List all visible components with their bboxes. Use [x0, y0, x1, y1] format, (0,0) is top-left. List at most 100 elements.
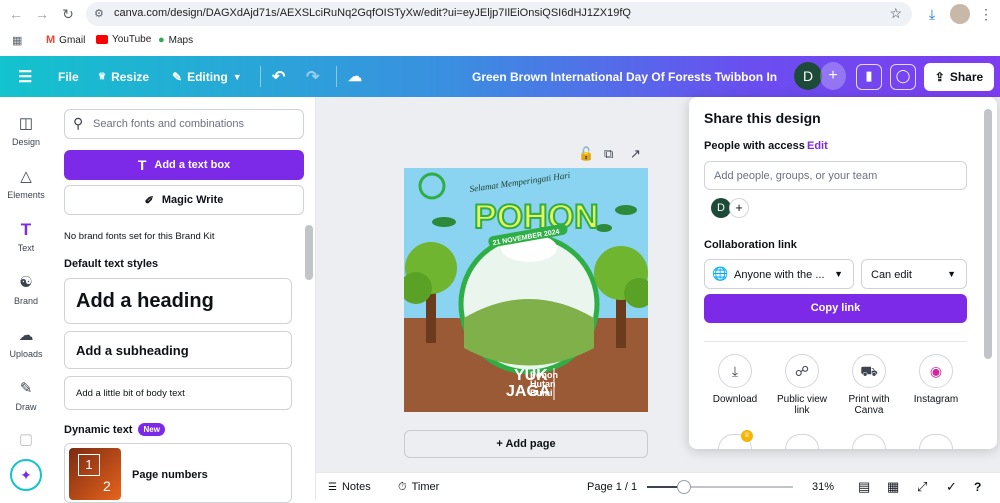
editing-mode-dropdown[interactable]: ✎ Editing ▼: [172, 56, 242, 97]
user-avatar[interactable]: D: [794, 62, 822, 90]
zoom-slider[interactable]: [647, 480, 793, 494]
undo-icon[interactable]: ↶: [272, 56, 285, 97]
page-numbers-thumbnail: 1 2: [69, 448, 121, 500]
bookmark-gmail[interactable]: M Gmail: [46, 34, 85, 46]
edit-access-link[interactable]: Edit: [807, 140, 828, 152]
more-share-option[interactable]: [919, 434, 953, 449]
leaf-decoration: [615, 205, 637, 215]
bookmark-maps[interactable]: ● Maps: [158, 34, 193, 46]
duplicate-page-icon[interactable]: ⧉: [604, 146, 613, 162]
text-icon: T: [20, 220, 32, 239]
page-indicator[interactable]: Page 1 / 1: [587, 473, 637, 501]
instagram-icon: ◉: [919, 354, 953, 388]
analytics-icon[interactable]: ▮: [856, 64, 882, 90]
folder-icon: ▢: [18, 431, 34, 448]
truck-icon: ⛟: [852, 354, 886, 388]
url-text: canva.com/design/DAGXdAjd71s/AEXSLciRuNq…: [114, 7, 631, 19]
download-icon: ⤓: [718, 354, 752, 388]
rail-brand[interactable]: ☯ Brand: [0, 274, 52, 306]
brand-icon: ☯: [19, 274, 33, 291]
collaboration-link-label: Collaboration link: [704, 239, 797, 251]
hill-inside: [464, 299, 594, 366]
site-info-icon[interactable]: ⚙: [94, 7, 104, 20]
timer-icon: ⏱: [398, 480, 407, 493]
add-collaborator-icon[interactable]: +: [820, 62, 846, 90]
address-bar[interactable]: ⚙ canva.com/design/DAGXdAjd71s/AEXSLciRu…: [86, 2, 912, 26]
share-scrollbar-thumb[interactable]: [984, 109, 992, 359]
help-icon[interactable]: ?: [974, 473, 981, 501]
page-numbers-item[interactable]: 1 2 Page numbers: [64, 443, 292, 503]
more-share-option[interactable]: [785, 434, 819, 449]
zoom-slider-thumb[interactable]: [677, 480, 691, 494]
file-menu[interactable]: File: [58, 56, 79, 97]
magic-assistant-icon[interactable]: ✦: [10, 459, 42, 491]
design-page[interactable]: Selamat Memperingati Hari POHON 21 NOVEM…: [404, 168, 648, 412]
notes-button[interactable]: ☰ Notes: [328, 473, 371, 501]
bookmark-youtube[interactable]: YouTube: [96, 34, 151, 45]
design-bottom-line: Bumi: [530, 388, 553, 398]
add-text-box-button[interactable]: T Add a text box: [64, 150, 304, 180]
browser-menu-icon[interactable]: ⋮: [976, 4, 996, 24]
grid-view-icon[interactable]: ▦: [887, 473, 899, 501]
check-icon[interactable]: ✓: [946, 473, 957, 501]
font-search-input[interactable]: ⚲ Search fonts and combinations: [64, 109, 304, 139]
lock-icon[interactable]: 🔓: [578, 146, 594, 162]
scrollbar-thumb[interactable]: [305, 225, 313, 280]
gmail-icon: M: [46, 34, 56, 46]
rail-elements[interactable]: △ Elements: [0, 168, 52, 200]
redo-icon[interactable]: ↷: [306, 56, 319, 97]
access-dropdown[interactable]: 🌐 Anyone with the ... ▼: [704, 259, 854, 289]
rail-more[interactable]: ▢: [0, 431, 52, 453]
magic-pen-icon: ✐: [144, 194, 154, 207]
panel-scrollbar[interactable]: [304, 215, 314, 500]
download-tray-icon[interactable]: ⤓: [922, 4, 942, 24]
rail-design[interactable]: ◫ Design: [0, 115, 52, 147]
divider: [704, 341, 967, 342]
back-icon[interactable]: ←: [6, 4, 26, 24]
permission-dropdown[interactable]: Can edit ▼: [861, 259, 967, 289]
share-icon: ⇪: [934, 70, 945, 84]
cloud-saved-icon[interactable]: ☁: [348, 56, 362, 97]
apps-grid-icon[interactable]: ▦: [12, 34, 22, 47]
bookmark-star-icon[interactable]: ☆: [889, 5, 902, 22]
rail-draw[interactable]: ✎ Draw: [0, 380, 52, 412]
design-title[interactable]: Green Brown International Day Of Forests…: [472, 56, 777, 97]
fullscreen-icon[interactable]: ⤢: [917, 473, 927, 501]
print-with-canva-option[interactable]: ⛟ Print with Canva: [838, 354, 900, 416]
rail-text[interactable]: T Text: [0, 220, 52, 254]
rail-uploads[interactable]: ☁ Uploads: [0, 327, 52, 359]
add-body-text-button[interactable]: Add a little bit of body text: [64, 376, 292, 410]
forward-icon[interactable]: →: [32, 4, 52, 24]
profile-avatar[interactable]: [950, 4, 970, 24]
timer-button[interactable]: ⏱ Timer: [398, 473, 439, 501]
chevron-down-icon: ▼: [232, 71, 242, 82]
download-option[interactable]: ⤓ Download: [704, 354, 766, 405]
default-text-styles-heading: Default text styles: [64, 258, 159, 270]
instagram-option[interactable]: ◉ Instagram: [905, 354, 967, 405]
add-heading-button[interactable]: Add a heading: [64, 278, 292, 324]
reload-icon[interactable]: ↻: [58, 4, 78, 24]
add-page-icon[interactable]: ↗: [630, 146, 641, 162]
copy-link-button[interactable]: Copy link: [704, 294, 967, 323]
bottom-toolbar: ☰ Notes ⏱ Timer Page 1 / 1 31% ▤ ▦ ⤢ ✓ ?: [316, 472, 1000, 500]
leaf-decoration: [432, 217, 456, 227]
more-share-option[interactable]: [852, 434, 886, 449]
member-avatar[interactable]: D: [711, 198, 731, 218]
resize-button[interactable]: ♕ Resize: [98, 56, 149, 97]
zoom-level[interactable]: 31%: [812, 473, 834, 501]
share-button[interactable]: ⇪ Share: [924, 63, 994, 91]
pages-view-icon[interactable]: ▤: [858, 473, 870, 501]
comment-icon[interactable]: ◯: [890, 64, 916, 90]
menu-icon[interactable]: ☰: [18, 56, 32, 97]
globe-icon: 🌐: [712, 266, 729, 281]
people-access-label: People with access: [704, 140, 805, 152]
add-member-icon[interactable]: +: [729, 198, 749, 218]
youtube-icon: [96, 35, 108, 44]
public-view-link-option[interactable]: ☍ Public view link: [771, 354, 833, 416]
search-icon: ⚲: [73, 115, 84, 131]
magic-write-button[interactable]: ✐ Magic Write: [64, 185, 304, 215]
add-page-button[interactable]: + Add page: [404, 430, 648, 458]
add-people-input[interactable]: Add people, groups, or your team: [704, 161, 967, 190]
text-icon: T: [137, 157, 147, 173]
add-subheading-button[interactable]: Add a subheading: [64, 331, 292, 369]
